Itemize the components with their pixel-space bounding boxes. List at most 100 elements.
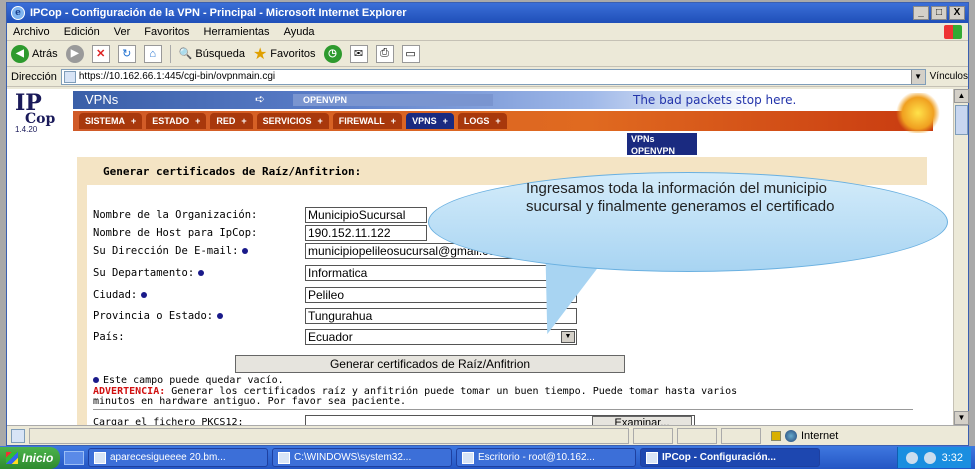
ipcop-header: IP Cop 1.4.20 VPNs ➪ OPENVPN The bad pac…	[7, 89, 954, 139]
dropdown-item-openvpn[interactable]: OPENVPN	[627, 145, 697, 157]
main-nav: SISTEMA + ESTADO + RED + SERVICIOS + FIREWAL…	[73, 111, 933, 131]
pkcs-file-input[interactable]: Examinar...	[305, 415, 695, 425]
close-button[interactable]: X	[949, 6, 965, 20]
browse-button[interactable]: Examinar...	[592, 416, 692, 425]
tab-logs[interactable]: LOGS +	[457, 113, 507, 129]
form-border	[77, 185, 87, 425]
email-label-wrap: Su Dirección De E-mail:	[93, 245, 249, 257]
task-desktop[interactable]: Escritorio - root@10.162...	[456, 448, 636, 467]
windows-logo-icon	[6, 451, 18, 464]
zone-indicator: Internet	[765, 429, 844, 442]
optional-dot-icon	[242, 248, 249, 254]
quick-launch-icon[interactable]	[64, 450, 84, 465]
address-url: https://10.162.66.1:445/cgi-bin/ovpnmain…	[78, 71, 276, 82]
ipcop-logo: IP Cop 1.4.20	[15, 92, 65, 135]
vertical-scrollbar[interactable]: ▲ ▼	[953, 89, 969, 425]
plus-icon: +	[390, 116, 397, 126]
menu-favoritos[interactable]: Favoritos	[144, 26, 189, 38]
tab-red[interactable]: RED +	[210, 113, 253, 129]
history-button[interactable]: ◷	[323, 44, 342, 63]
tab-vpns[interactable]: VPNS +	[406, 113, 454, 129]
tray-icon[interactable]	[905, 451, 918, 464]
lock-icon	[771, 430, 781, 441]
print-button[interactable]: ⎙	[375, 44, 394, 63]
toolbar: ◀ Atrás ▶ ✕ ↻ ⌂ 🔍 Búsqueda ★ Favoritos ◷…	[7, 41, 968, 67]
star-icon: ★	[252, 45, 268, 63]
country-row: País: Ecuador ▼	[93, 329, 613, 345]
paint-icon	[94, 451, 106, 464]
favorites-button[interactable]: ★ Favoritos	[253, 44, 316, 64]
clock: 3:32	[941, 451, 963, 464]
host-label: Nombre de Host para IpCop:	[93, 227, 258, 239]
maximize-button[interactable]: □	[931, 6, 947, 20]
task-ipcop[interactable]: IPCop - Configuración...	[640, 448, 820, 467]
menu-ver[interactable]: Ver	[114, 26, 131, 38]
vpns-dropdown-menu: VPNs OPENVPN	[627, 133, 697, 157]
generate-certificates-button[interactable]: Generar certificados de Raíz/Anfitrion	[235, 355, 625, 373]
plus-icon: +	[131, 116, 137, 126]
city-label-wrap: Ciudad:	[93, 289, 148, 301]
menu-archivo[interactable]: Archivo	[13, 26, 50, 38]
window-title: IPCop - Configuración de la VPN - Princi…	[30, 7, 407, 19]
search-icon: 🔍	[178, 48, 193, 60]
plus-icon: +	[442, 116, 448, 126]
taskbar: Inicio aparecesigueeee 20.bm... C:\WINDO…	[0, 446, 975, 469]
country-select[interactable]: Ecuador ▼	[305, 329, 577, 345]
org-label: Nombre de la Organización:	[93, 209, 258, 221]
windows-logo-icon	[944, 25, 962, 39]
tab-servicios[interactable]: SERVICIOS +	[256, 113, 329, 129]
minimize-button[interactable]: _	[913, 6, 929, 20]
address-dropdown-icon[interactable]: ▼	[910, 69, 925, 84]
divider	[93, 409, 913, 410]
optional-dot-icon	[198, 270, 205, 276]
back-button[interactable]: ◀ Atrás	[11, 44, 58, 63]
tray-icon[interactable]	[923, 451, 936, 464]
city-label: Ciudad:	[93, 289, 138, 301]
status-cell	[633, 427, 673, 444]
optional-note: Este campo puede quedar vacío.	[93, 375, 284, 386]
optional-dot-icon	[217, 313, 224, 319]
dropdown-item-vpns[interactable]: VPNs	[627, 133, 697, 145]
optional-dot-icon	[141, 292, 148, 298]
address-label: Dirección	[11, 70, 57, 83]
home-button[interactable]: ⌂	[143, 44, 162, 63]
search-button[interactable]: 🔍 Búsqueda	[178, 47, 245, 61]
section-title: VPNs	[85, 92, 119, 107]
title-bar[interactable]: e IPCop - Configuración de la VPN - Prin…	[7, 3, 968, 23]
menu-herramientas[interactable]: Herramientas	[204, 26, 270, 38]
refresh-button[interactable]: ↻	[117, 44, 136, 63]
globe-icon	[785, 429, 797, 442]
subtab-openvpn[interactable]: OPENVPN	[293, 94, 493, 106]
org-input[interactable]: MunicipioSucursal	[305, 207, 427, 223]
mail-button[interactable]: ✉	[349, 44, 368, 63]
optional-dot-icon	[93, 377, 99, 383]
province-label-wrap: Provincia o Estado:	[93, 310, 224, 322]
links-label[interactable]: Vínculos	[930, 71, 968, 82]
menu-ayuda[interactable]: Ayuda	[284, 26, 315, 38]
address-input[interactable]: https://10.162.66.1:445/cgi-bin/ovpnmain…	[60, 68, 926, 85]
country-label: País:	[93, 331, 125, 343]
page-icon	[63, 70, 76, 83]
plus-icon: +	[241, 116, 247, 126]
task-cmd[interactable]: C:\WINDOWS\system32...	[272, 448, 452, 467]
arrow-icon: ➪	[255, 92, 266, 106]
balloon-text: Ingresamos toda la información del munic…	[526, 180, 835, 215]
back-arrow-icon: ◀	[11, 44, 29, 63]
forward-button[interactable]: ▶	[65, 44, 84, 63]
tab-sistema[interactable]: SISTEMA +	[79, 113, 143, 129]
scroll-up-icon[interactable]: ▲	[954, 89, 969, 103]
menu-edicion[interactable]: Edición	[64, 26, 100, 38]
scroll-down-icon[interactable]: ▼	[954, 411, 969, 425]
status-cell	[721, 427, 761, 444]
task-paint[interactable]: aparecesigueeee 20.bm...	[88, 448, 268, 467]
scroll-thumb[interactable]	[955, 105, 968, 135]
host-input[interactable]: 190.152.11.122	[305, 225, 427, 241]
edit-button[interactable]: ▭	[401, 44, 420, 63]
tab-estado[interactable]: ESTADO +	[146, 113, 207, 129]
tab-firewall[interactable]: FIREWALL +	[332, 113, 403, 129]
start-button[interactable]: Inicio	[0, 446, 60, 469]
ie-icon: e	[11, 6, 25, 20]
annotation-balloon: Ingresamos toda la información del munic…	[428, 172, 948, 280]
stop-button[interactable]: ✕	[91, 44, 110, 63]
system-tray: 3:32	[896, 447, 971, 468]
